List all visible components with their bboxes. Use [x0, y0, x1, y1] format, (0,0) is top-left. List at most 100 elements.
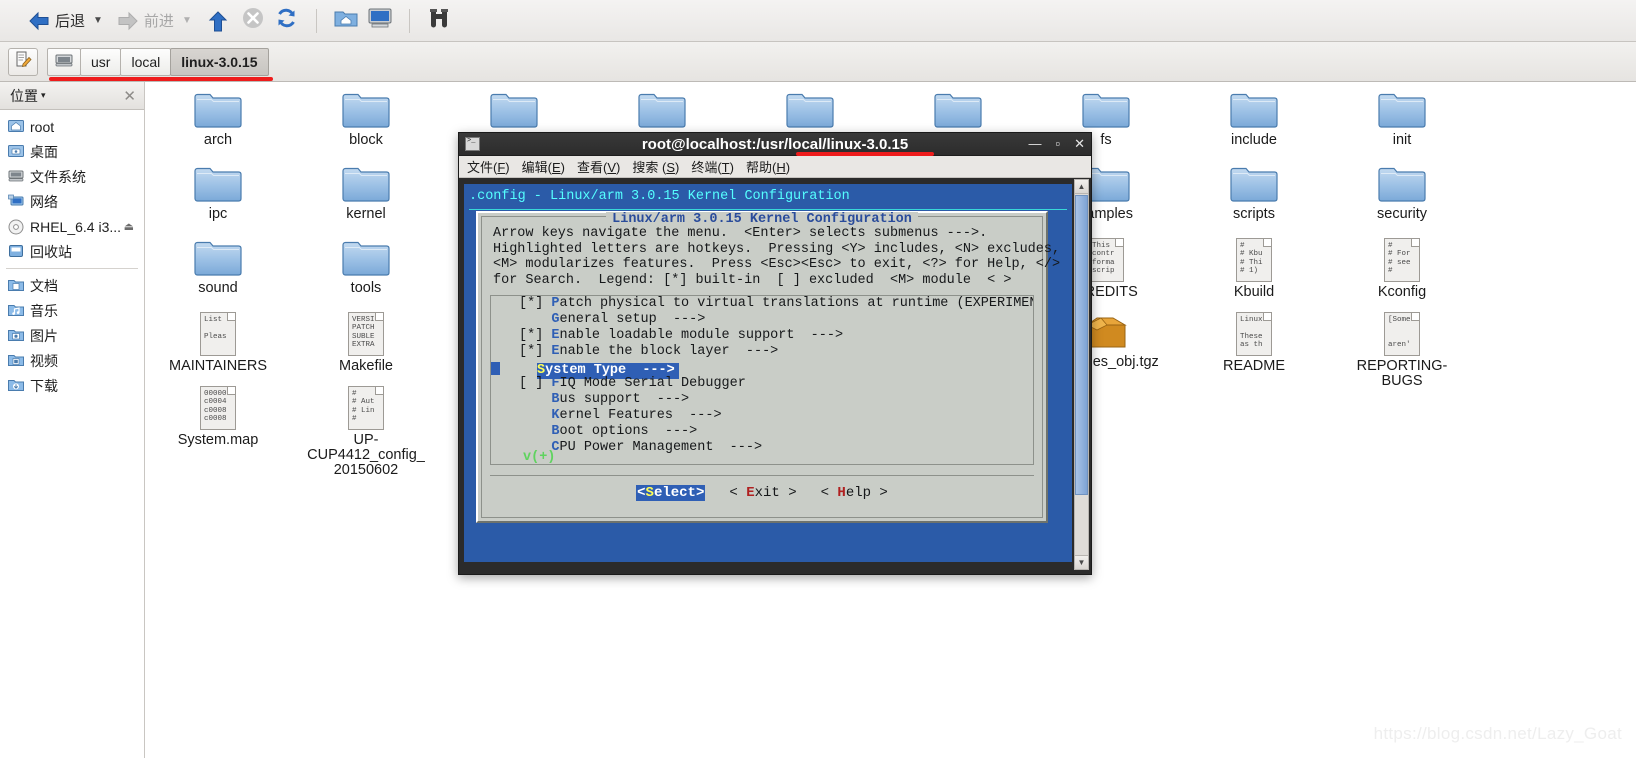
toggle-location-entry-button[interactable] — [8, 47, 38, 76]
menuconfig-state[interactable]: [ ] — [519, 376, 543, 391]
sidebar-title-group[interactable]: 位置 ▾ — [10, 86, 46, 106]
file-item[interactable]: List Pleas MAINTAINERS — [158, 312, 278, 374]
menuconfig-row[interactable]: [*] Enable loadable module support ---> — [491, 328, 1033, 344]
close-icon[interactable]: ✕ — [1074, 137, 1085, 150]
file-item[interactable]: # # Kbu # Thi # 1) Kbuild — [1194, 238, 1314, 300]
folder-item[interactable] — [454, 90, 574, 133]
menuconfig-row[interactable]: [ ] FIQ Mode Serial Debugger — [491, 376, 1033, 392]
folder-item[interactable]: block — [306, 90, 426, 148]
folder-item[interactable]: security — [1342, 164, 1462, 222]
document-preview-text: 00000 c0004 c0008 c0008 — [204, 390, 227, 424]
sidebar-item-9[interactable]: 图片 — [0, 323, 144, 348]
file-item[interactable]: VERSI PATCH SUBLE EXTRA Makefile — [306, 312, 426, 374]
menuconfig-button-elect[interactable]: <Select> — [636, 485, 706, 501]
minimize-icon[interactable]: — — [1028, 137, 1041, 150]
breadcrumb-filesystem[interactable] — [47, 47, 81, 76]
menu-label-end: ) — [616, 160, 621, 175]
stop-button[interactable] — [236, 6, 270, 36]
terminal-menu-item-5[interactable]: 终端(T) — [691, 157, 734, 176]
back-button[interactable]: 后退 — [24, 6, 89, 36]
menuconfig-row[interactable]: Bus support ---> — [491, 392, 1033, 408]
menuconfig-button-elp[interactable]: < Help > — [821, 485, 888, 501]
terminal-menu-item-2[interactable]: 编辑(E) — [522, 157, 565, 176]
folder-item[interactable]: kernel — [306, 164, 426, 222]
folder-item[interactable]: include — [1194, 90, 1314, 148]
eject-icon[interactable]: ⏏ — [124, 220, 134, 233]
up-button[interactable] — [202, 6, 236, 36]
menuconfig-row[interactable]: General setup ---> — [491, 312, 1033, 328]
folder-item[interactable]: sound — [158, 238, 278, 296]
terminal-menu-item-4[interactable]: 搜索 (S) — [632, 157, 679, 176]
file-label: MAINTAINERS — [168, 358, 268, 374]
menuconfig-row[interactable]: CPU Power Management ---> — [491, 440, 1033, 456]
folder-item[interactable]: arch — [158, 90, 278, 148]
terminal-scrollbar[interactable]: ▲ ▼ — [1074, 179, 1089, 570]
computer-button[interactable] — [363, 6, 397, 36]
breadcrumb-usr[interactable]: usr — [80, 47, 122, 76]
forward-button[interactable]: 前进 — [113, 6, 178, 36]
folder-item[interactable]: ipc — [158, 164, 278, 222]
terminal-menu-item-3[interactable]: 查看(V) — [577, 157, 620, 176]
sidebar-item-2[interactable]: 桌面 — [0, 139, 144, 164]
scroll-down-icon[interactable]: ▼ — [1075, 555, 1088, 569]
sidebar-item-11[interactable]: 下载 — [0, 373, 144, 398]
file-item[interactable]: # # For # see # Kconfig — [1342, 238, 1462, 300]
terminal-body[interactable]: .config - Linux/arm 3.0.15 Kernel Config… — [459, 179, 1091, 574]
button-text: xit > — [754, 485, 797, 501]
folder-item[interactable]: scripts — [1194, 164, 1314, 222]
menuconfig-row[interactable]: Kernel Features ---> — [491, 408, 1033, 424]
file-label: ipc — [208, 206, 228, 222]
menuconfig-row[interactable]: [*] Patch physical to virtual translatio… — [491, 296, 1033, 312]
menuconfig-state[interactable]: [*] — [519, 296, 543, 311]
file-item[interactable]: 00000 c0004 c0008 c0008 System.map — [158, 386, 278, 448]
menuconfig-row[interactable]: Boot options ---> — [491, 424, 1033, 440]
scroll-up-icon[interactable]: ▲ — [1075, 180, 1088, 194]
sidebar-item-8[interactable]: 音乐 — [0, 298, 144, 323]
forward-label: 前进 — [143, 13, 174, 30]
breadcrumb-local[interactable]: local — [120, 47, 172, 76]
folder-item[interactable] — [898, 90, 1018, 133]
home-button[interactable] — [329, 6, 363, 36]
terminal-menu-item-6[interactable]: 帮助(H) — [746, 157, 790, 176]
menuconfig-state[interactable] — [519, 408, 543, 423]
menuconfig-state[interactable] — [519, 312, 543, 327]
menuconfig-row-text: atch physical to virtual translations at… — [559, 296, 1034, 311]
terminal-window[interactable]: root@localhost:/usr/local/linux-3.0.15 —… — [458, 132, 1092, 575]
menuconfig-state[interactable] — [519, 424, 543, 439]
menuconfig-state[interactable] — [519, 392, 543, 407]
menu-accelerator: V — [607, 160, 617, 175]
menuconfig-row-selected[interactable]: System Type ---> — [491, 360, 1033, 379]
terminal-titlebar[interactable]: root@localhost:/usr/local/linux-3.0.15 —… — [459, 133, 1091, 156]
folder-item[interactable]: init — [1342, 90, 1462, 148]
folder-item[interactable]: tools — [306, 238, 426, 296]
file-label: Kconfig — [1377, 284, 1427, 300]
file-item[interactable]: [Some aren' REPORTING-BUGS — [1342, 312, 1462, 389]
menuconfig-row[interactable]: [*] Enable the block layer ---> — [491, 344, 1033, 360]
sidebar-item-3[interactable]: 文件系统 — [0, 164, 144, 189]
sidebar-item-6[interactable]: 回收站 — [0, 239, 144, 264]
forward-dropdown-caret[interactable]: ▼ — [182, 15, 192, 26]
menuconfig-state[interactable]: [*] — [519, 344, 543, 359]
menuconfig-option-list[interactable]: [*] Patch physical to virtual translatio… — [490, 295, 1034, 465]
sidebar-item-1[interactable]: root — [0, 114, 144, 139]
breadcrumb-linux-3-0-15[interactable]: linux-3.0.15 — [170, 47, 269, 76]
sidebar-item-10[interactable]: 视频 — [0, 348, 144, 373]
folder-item[interactable] — [750, 90, 870, 133]
sidebar-item-4[interactable]: 网络 — [0, 189, 144, 214]
folder-item[interactable] — [602, 90, 722, 133]
terminal-menu-item-1[interactable]: 文件(F) — [467, 157, 510, 176]
videos-icon — [8, 353, 24, 369]
menuconfig-state[interactable]: [*] — [519, 328, 543, 343]
menuconfig-button-xit[interactable]: < Exit > — [729, 485, 796, 501]
scrollbar-thumb[interactable] — [1075, 195, 1088, 495]
close-icon[interactable]: ✕ — [123, 87, 136, 105]
sidebar-item-5[interactable]: RHEL_6.4 i3... ⏏ — [0, 214, 144, 239]
search-button[interactable] — [422, 6, 456, 36]
terminal-menubar: 文件(F) 编辑(E) 查看(V) 搜索 (S) 终端(T) 帮助(H) — [459, 156, 1091, 178]
reload-button[interactable] — [270, 6, 304, 36]
file-item[interactable]: # # Aut # Lin # UP-CUP4412_config_2015060… — [306, 386, 426, 478]
sidebar-item-7[interactable]: 文档 — [0, 273, 144, 298]
maximize-icon[interactable]: ▫ — [1055, 137, 1060, 150]
back-dropdown-caret[interactable]: ▼ — [93, 15, 103, 26]
file-item[interactable]: Linux These as th README — [1194, 312, 1314, 374]
